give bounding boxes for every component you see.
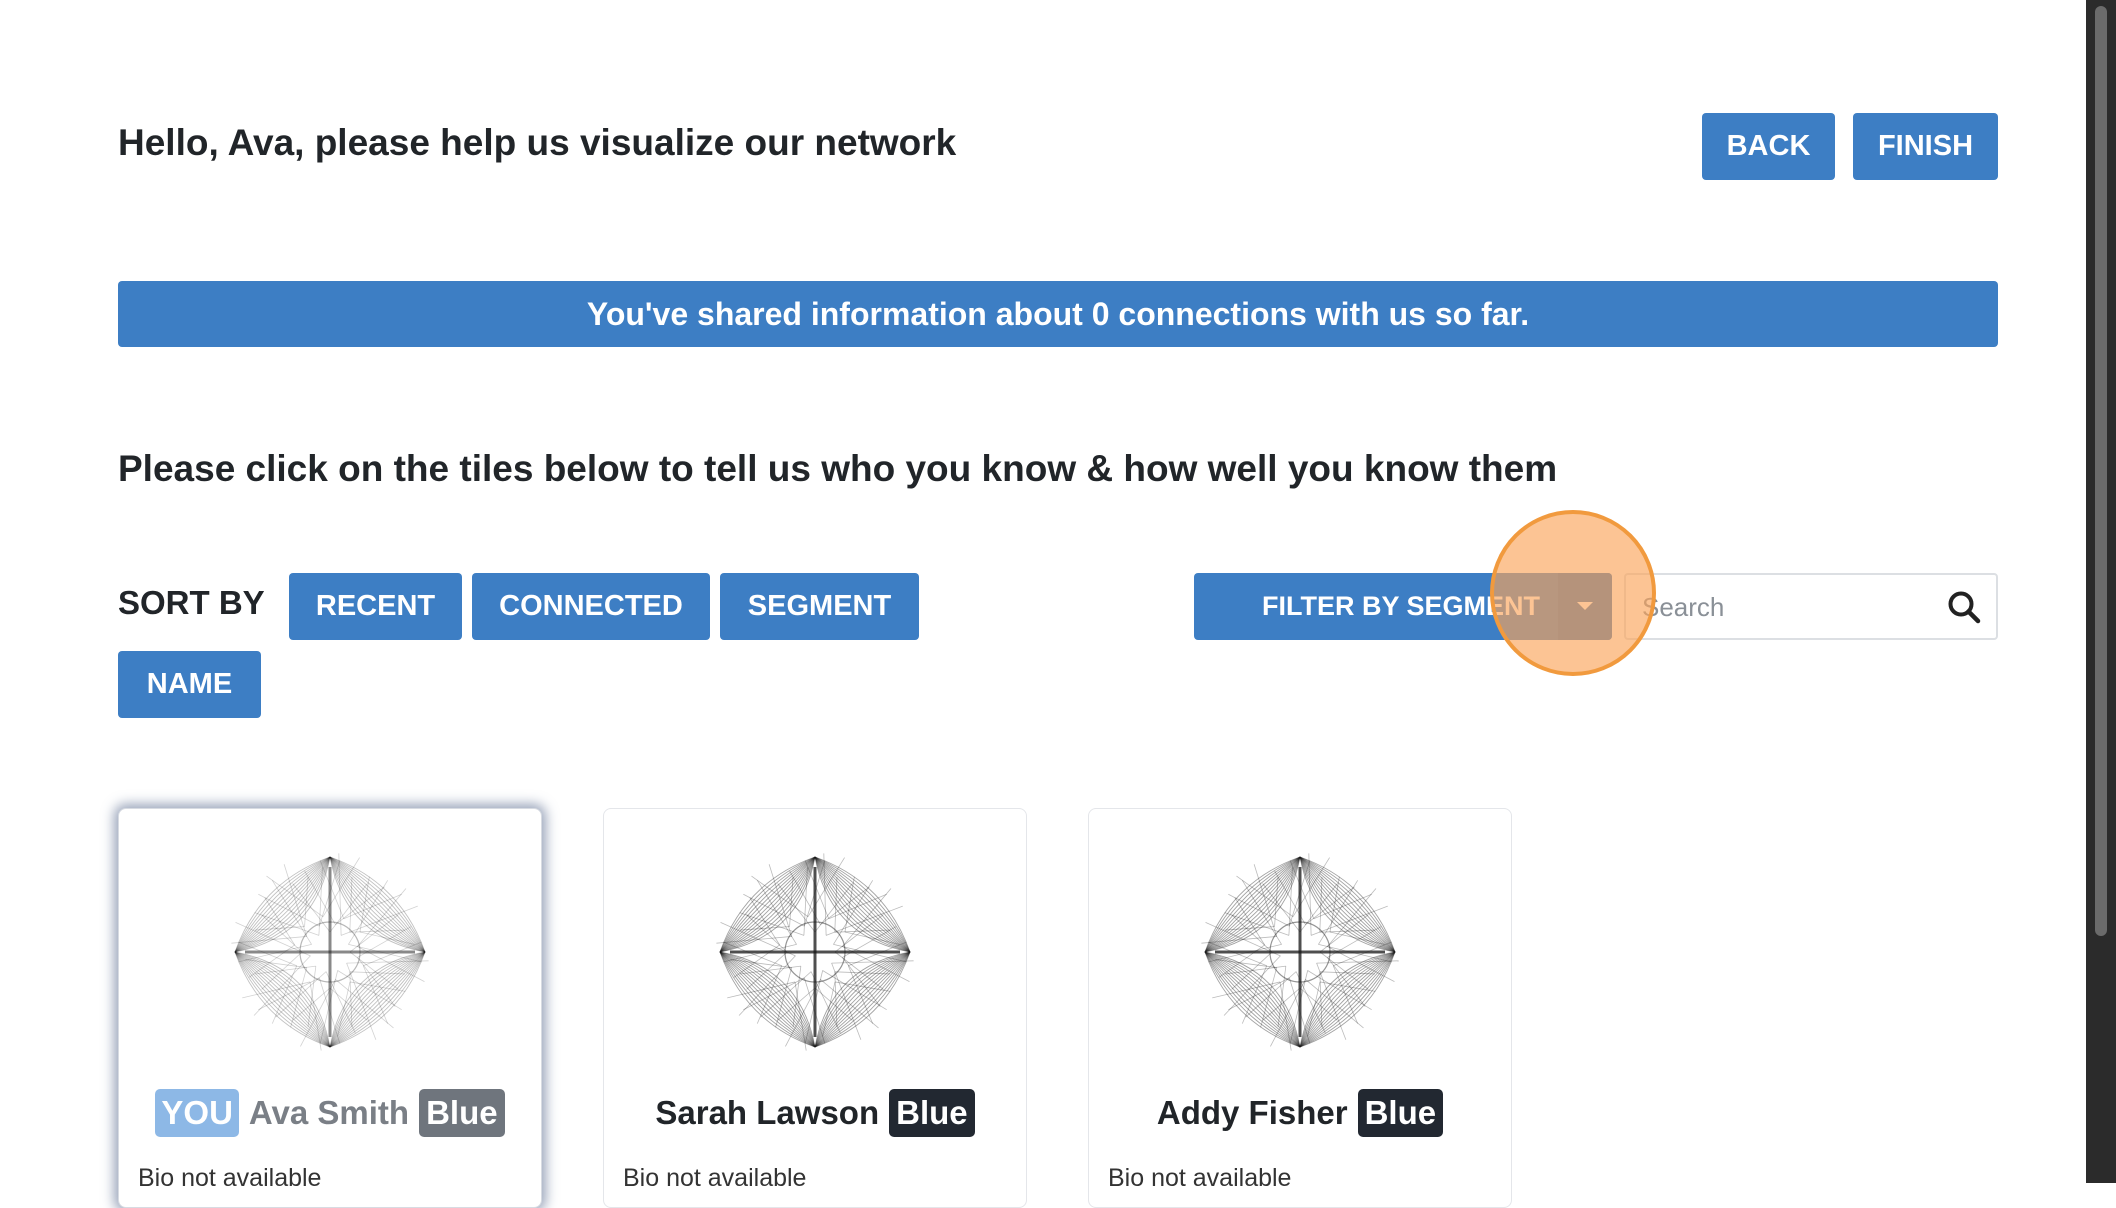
filter-by-segment-dropdown[interactable]: FILTER BY SEGMENT bbox=[1194, 573, 1612, 640]
instructions-heading: Please click on the tiles below to tell … bbox=[118, 448, 1558, 489]
sort-segment-button[interactable]: SEGMENT bbox=[720, 573, 919, 640]
person-bio: Bio not available bbox=[1108, 1164, 1292, 1192]
segment-badge: Blue bbox=[889, 1089, 975, 1137]
mandala-avatar-icon bbox=[231, 853, 429, 1051]
sort-by-label: SORT BY bbox=[118, 584, 265, 621]
person-name: Ava Smith bbox=[248, 1094, 410, 1131]
filter-label: FILTER BY SEGMENT bbox=[1262, 591, 1541, 621]
person-bio: Bio not available bbox=[138, 1164, 322, 1192]
mandala-avatar-icon bbox=[716, 853, 914, 1051]
person-card-self[interactable]: YOU Ava Smith Blue Bio not available bbox=[118, 808, 542, 1208]
scrollbar-thumb[interactable] bbox=[2095, 6, 2107, 936]
finish-button[interactable]: FINISH bbox=[1853, 113, 1998, 180]
person-card[interactable]: Addy Fisher Blue Bio not available bbox=[1088, 808, 1512, 1208]
banner-text: You've shared information about 0 connec… bbox=[586, 295, 1530, 332]
back-button[interactable]: BACK bbox=[1702, 113, 1835, 180]
person-bio: Bio not available bbox=[623, 1164, 807, 1192]
person-card[interactable]: Sarah Lawson Blue Bio not available bbox=[603, 808, 1027, 1208]
card-name-row: Addy Fisher Blue bbox=[1089, 1089, 1511, 1137]
card-name-row: Sarah Lawson Blue bbox=[604, 1089, 1026, 1137]
page-title: Hello, Ava, please help us visualize our… bbox=[118, 122, 957, 163]
person-name: Addy Fisher bbox=[1156, 1094, 1348, 1131]
dropdown-toggle[interactable] bbox=[1558, 573, 1612, 640]
mandala-avatar-icon bbox=[1201, 853, 1399, 1051]
caret-down-icon bbox=[1577, 602, 1593, 610]
person-name: Sarah Lawson bbox=[655, 1094, 880, 1131]
page: Hello, Ava, please help us visualize our… bbox=[0, 0, 2116, 1208]
segment-badge: Blue bbox=[419, 1089, 505, 1137]
sort-recent-button[interactable]: RECENT bbox=[289, 573, 462, 640]
segment-badge: Blue bbox=[1357, 1089, 1444, 1137]
search-icon[interactable] bbox=[1946, 589, 1982, 625]
sort-connected-button[interactable]: CONNECTED bbox=[472, 573, 710, 640]
scrollbar[interactable] bbox=[2086, 0, 2116, 1183]
connections-banner: You've shared information about 0 connec… bbox=[118, 281, 1998, 347]
search-input[interactable] bbox=[1640, 575, 1934, 640]
sort-name-button[interactable]: NAME bbox=[118, 651, 261, 718]
search-box bbox=[1624, 573, 1998, 640]
card-name-row: YOU Ava Smith Blue bbox=[119, 1089, 541, 1137]
you-badge: YOU bbox=[155, 1089, 239, 1137]
